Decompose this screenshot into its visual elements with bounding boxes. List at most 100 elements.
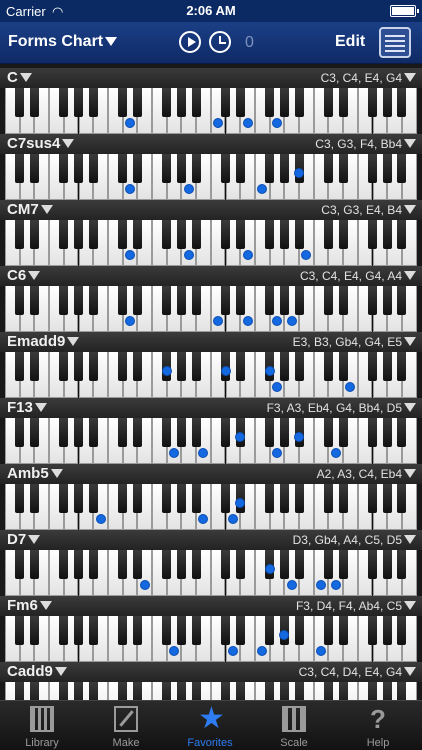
black-key[interactable] (235, 550, 245, 579)
black-key[interactable] (235, 352, 245, 381)
black-key[interactable] (323, 682, 333, 700)
black-key[interactable] (191, 550, 201, 579)
black-key[interactable] (382, 220, 392, 249)
black-key[interactable] (132, 418, 142, 447)
black-key[interactable] (221, 88, 230, 117)
black-key[interactable] (397, 484, 407, 513)
tab-scale[interactable]: Scale (252, 701, 336, 750)
black-key[interactable] (294, 88, 304, 117)
black-key[interactable] (279, 484, 289, 513)
black-key[interactable] (221, 220, 230, 249)
black-key[interactable] (132, 220, 142, 249)
black-key[interactable] (191, 220, 201, 249)
black-key[interactable] (279, 418, 289, 447)
chord-row[interactable]: D7 D3, Gb4, A4, C5, D5 (0, 530, 422, 596)
black-key[interactable] (338, 220, 348, 249)
chord-name[interactable]: D7 (7, 531, 41, 548)
edit-button[interactable]: Edit (335, 33, 365, 51)
black-key[interactable] (118, 286, 128, 315)
black-key[interactable] (368, 550, 377, 579)
black-key[interactable] (382, 484, 392, 513)
black-key[interactable] (29, 616, 39, 645)
chord-name[interactable]: F13 (7, 399, 47, 416)
black-key[interactable] (15, 616, 25, 645)
black-key[interactable] (338, 88, 348, 117)
chord-notes[interactable]: F3, D4, F4, Ab4, C5 (296, 599, 416, 613)
black-key[interactable] (397, 682, 407, 700)
black-key[interactable] (221, 418, 230, 447)
black-key[interactable] (74, 484, 83, 513)
black-key[interactable] (397, 286, 407, 315)
black-key[interactable] (221, 484, 230, 513)
black-key[interactable] (323, 154, 333, 183)
tab-help[interactable]: ? Help (336, 701, 420, 750)
black-key[interactable] (279, 550, 289, 579)
black-key[interactable] (118, 154, 128, 183)
black-key[interactable] (162, 286, 172, 315)
black-key[interactable] (323, 616, 333, 645)
black-key[interactable] (15, 88, 25, 117)
black-key[interactable] (59, 550, 69, 579)
piano-keyboard[interactable] (5, 220, 417, 266)
black-key[interactable] (191, 418, 201, 447)
black-key[interactable] (338, 352, 348, 381)
black-key[interactable] (368, 484, 377, 513)
black-key[interactable] (132, 550, 142, 579)
black-key[interactable] (88, 154, 98, 183)
black-key[interactable] (132, 88, 142, 117)
black-key[interactable] (397, 550, 407, 579)
black-key[interactable] (191, 88, 201, 117)
black-key[interactable] (74, 352, 83, 381)
piano-keyboard[interactable] (5, 550, 417, 596)
black-key[interactable] (397, 154, 407, 183)
black-key[interactable] (191, 484, 201, 513)
black-key[interactable] (29, 418, 39, 447)
black-key[interactable] (59, 352, 69, 381)
black-key[interactable] (397, 418, 407, 447)
black-key[interactable] (368, 88, 377, 117)
black-key[interactable] (88, 286, 98, 315)
black-key[interactable] (176, 616, 186, 645)
black-key[interactable] (382, 154, 392, 183)
black-key[interactable] (397, 352, 407, 381)
black-key[interactable] (221, 286, 230, 315)
black-key[interactable] (235, 154, 245, 183)
black-key[interactable] (338, 682, 348, 700)
black-key[interactable] (279, 352, 289, 381)
black-key[interactable] (162, 682, 172, 700)
black-key[interactable] (338, 550, 348, 579)
chord-row[interactable]: C C3, C4, E4, G4 (0, 68, 422, 134)
black-key[interactable] (221, 550, 230, 579)
black-key[interactable] (265, 286, 275, 315)
chord-name[interactable]: Fm6 (7, 597, 52, 614)
chord-row[interactable]: Amb5 A2, A3, C4, Eb4 (0, 464, 422, 530)
black-key[interactable] (338, 154, 348, 183)
black-key[interactable] (29, 286, 39, 315)
black-key[interactable] (368, 286, 377, 315)
chord-name[interactable]: Cadd9 (7, 663, 67, 680)
chord-notes[interactable]: C3, C4, E4, G4 (321, 71, 416, 85)
black-key[interactable] (29, 88, 39, 117)
black-key[interactable] (162, 154, 172, 183)
black-key[interactable] (132, 682, 142, 700)
black-key[interactable] (191, 352, 201, 381)
black-key[interactable] (88, 616, 98, 645)
black-key[interactable] (323, 550, 333, 579)
black-key[interactable] (162, 550, 172, 579)
chart-view-button[interactable] (379, 27, 411, 58)
black-key[interactable] (74, 550, 83, 579)
black-key[interactable] (397, 220, 407, 249)
black-key[interactable] (15, 352, 25, 381)
black-key[interactable] (191, 682, 201, 700)
black-key[interactable] (294, 484, 304, 513)
black-key[interactable] (88, 550, 98, 579)
black-key[interactable] (118, 484, 128, 513)
black-key[interactable] (338, 484, 348, 513)
black-key[interactable] (265, 154, 275, 183)
black-key[interactable] (59, 682, 69, 700)
black-key[interactable] (338, 286, 348, 315)
chord-list[interactable]: C C3, C4, E4, G4 C7sus4 C3, G3, F4, Bb4 CM7 C… (0, 64, 422, 700)
black-key[interactable] (118, 220, 128, 249)
black-key[interactable] (162, 484, 172, 513)
chord-row[interactable]: Emadd9 E3, B3, Gb4, G4, E5 (0, 332, 422, 398)
